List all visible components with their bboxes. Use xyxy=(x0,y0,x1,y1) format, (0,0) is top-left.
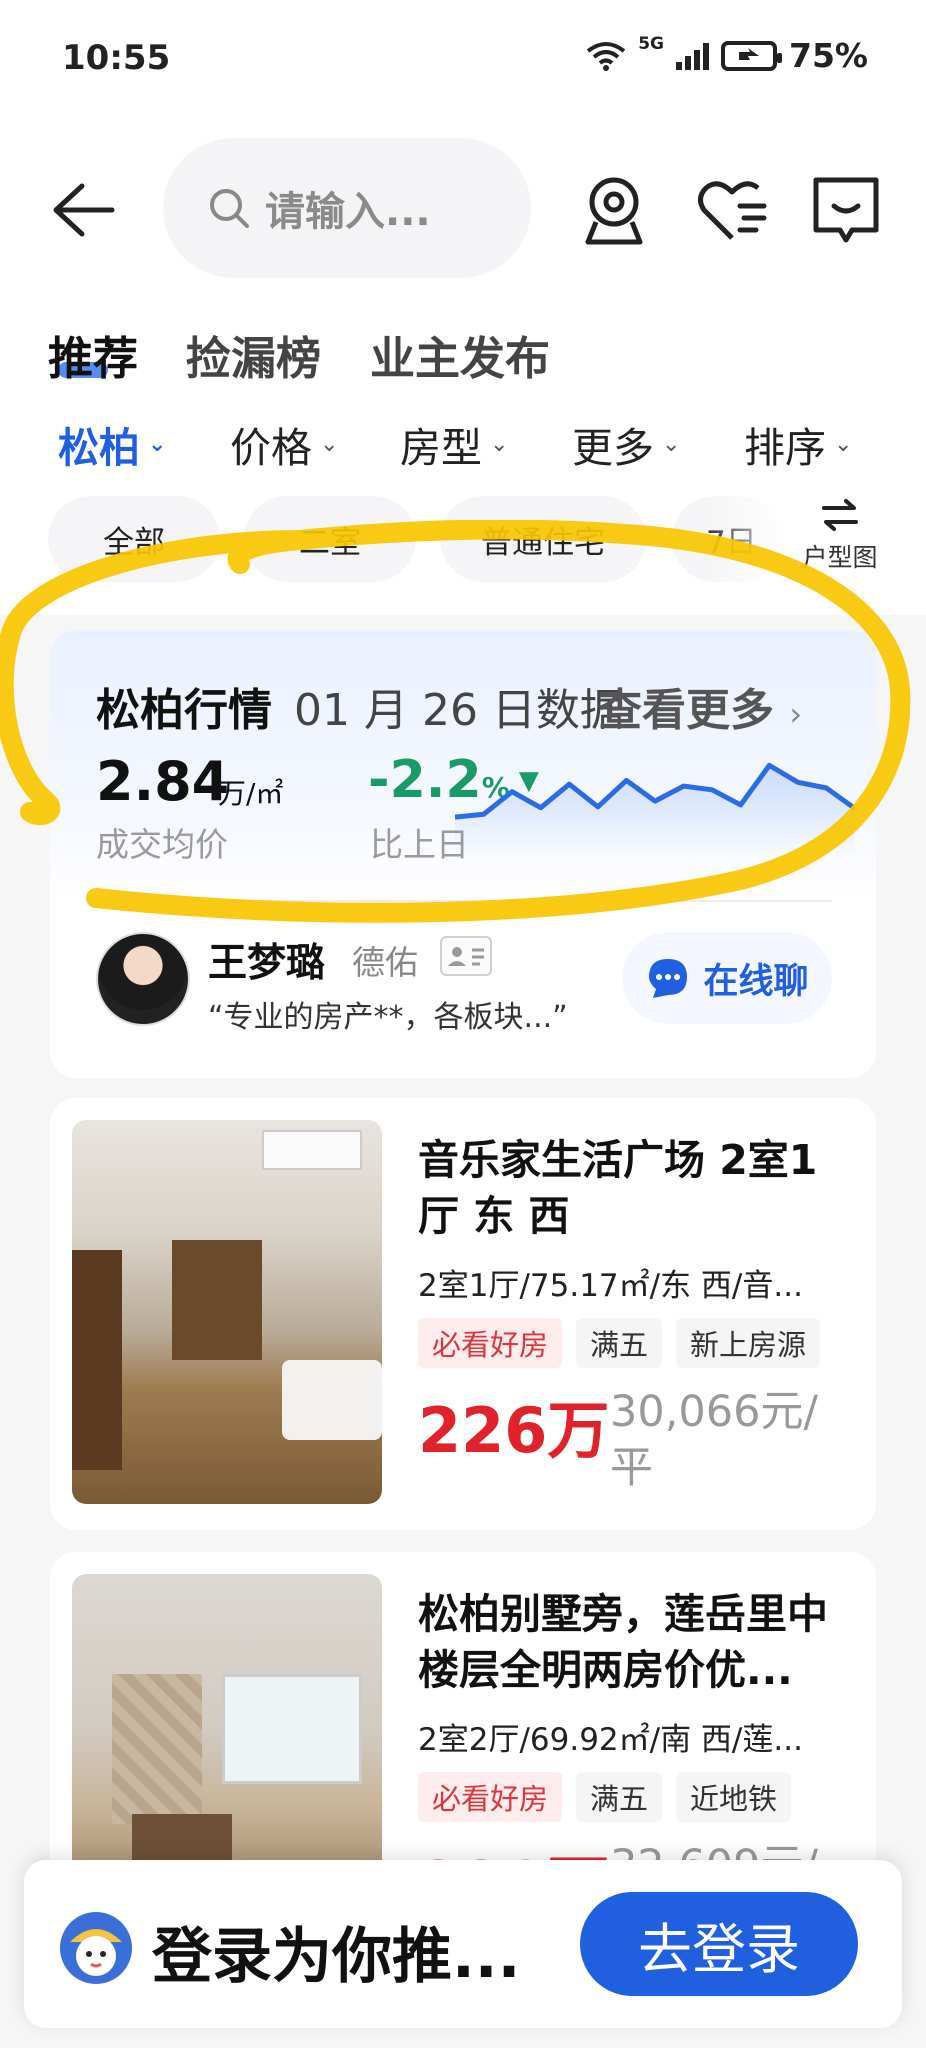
login-button[interactable]: 去登录 xyxy=(580,1892,858,1996)
listing-specs: 2室1厅/75.17㎡/东 西/音... xyxy=(418,1268,803,1304)
search-placeholder: 请输入... xyxy=(265,189,431,235)
login-banner[interactable]: 登录为你推... 去登录 xyxy=(24,1860,902,2028)
wifi-icon xyxy=(586,41,626,71)
filter-more[interactable]: 更多 ⌄ xyxy=(572,414,680,474)
avg-price-value: 2.84 xyxy=(96,750,230,813)
window xyxy=(222,1674,362,1784)
battery-icon xyxy=(721,40,782,71)
chevron-right-icon: › xyxy=(789,695,803,733)
listing-price: 226万 xyxy=(418,1394,610,1467)
market-date: 01 月 26 日数据 xyxy=(294,685,624,736)
app-mascot-icon xyxy=(60,1912,132,1984)
filter-layout-label: 房型 xyxy=(400,424,482,472)
business-card-icon[interactable] xyxy=(440,936,492,976)
market-more-link[interactable]: 查看更多 › xyxy=(598,674,802,738)
avg-price-unit: 万/㎡ xyxy=(218,777,284,810)
chip-fade xyxy=(700,490,790,590)
tab-recommend[interactable]: 推荐 xyxy=(48,322,138,387)
floorplan-label: 户型图 xyxy=(802,543,878,572)
favorites-icon[interactable] xyxy=(694,172,770,248)
ceiling-light xyxy=(262,1130,362,1170)
chevron-down-icon: ⌄ xyxy=(834,431,853,457)
floorplan-toggle[interactable]: 户型图 xyxy=(790,498,890,574)
filter-more-label: 更多 xyxy=(572,424,654,472)
chevron-down-icon: ⌄ xyxy=(148,431,167,457)
filter-sort[interactable]: 排序 ⌄ xyxy=(744,414,852,474)
price-trend-sparkline xyxy=(455,762,855,858)
location-icon[interactable] xyxy=(576,172,652,248)
online-chat-button[interactable]: 在线聊 xyxy=(622,932,832,1024)
listing-photo[interactable] xyxy=(72,1120,382,1504)
listing-title: 音乐家生活广场 2室1厅 东 西 xyxy=(418,1136,818,1240)
listing-tags: 必看好房 满五 近地铁 xyxy=(418,1772,792,1822)
chip-standard-residence[interactable]: 普通住宅 xyxy=(440,496,646,582)
search-icon xyxy=(210,189,249,228)
market-title: 松柏行情 xyxy=(96,685,272,736)
agent-avatar[interactable] xyxy=(96,932,190,1026)
chip-two-room[interactable]: 二室 xyxy=(244,496,416,582)
tab-bargain[interactable]: 捡漏榜 xyxy=(186,322,321,387)
message-icon[interactable] xyxy=(808,172,884,248)
chat-bubble-icon xyxy=(649,959,688,998)
battery-percent: 75% xyxy=(789,36,868,75)
avg-price-label: 成交均价 xyxy=(96,825,228,864)
signal-icon xyxy=(676,42,709,70)
back-arrow-icon[interactable] xyxy=(48,180,118,240)
listing-specs: 2室2厅/69.92㎡/南 西/莲... xyxy=(418,1722,803,1758)
divider xyxy=(96,900,832,902)
tag-must-see: 必看好房 xyxy=(418,1318,563,1368)
filter-sort-label: 排序 xyxy=(744,424,826,472)
network-label: 5G xyxy=(638,34,664,54)
login-prompt: 登录为你推... xyxy=(152,1922,521,1992)
chevron-down-icon: ⌄ xyxy=(320,431,339,457)
filter-price[interactable]: 价格 ⌄ xyxy=(230,414,338,474)
wall-panel xyxy=(72,1250,122,1470)
listing-card[interactable]: 音乐家生活广场 2室1厅 东 西 2室1厅/75.17㎡/东 西/音... 必看… xyxy=(50,1098,876,1530)
filter-price-label: 价格 xyxy=(230,424,312,472)
listing-title: 松柏别墅旁，莲岳里中楼层全明两房价优... xyxy=(418,1590,828,1694)
tag-must-see: 必看好房 xyxy=(418,1772,563,1822)
agent-name: 王梦璐 xyxy=(208,941,326,986)
filter-area-label: 松柏 xyxy=(58,424,140,472)
market-card[interactable]: 松柏行情 01 月 26 日数据 查看更多 › 2.84 万/㎡ 成交均价 -2… xyxy=(50,630,876,1078)
filter-area[interactable]: 松柏 ⌄ xyxy=(58,414,166,474)
door-frame xyxy=(172,1240,262,1360)
bed xyxy=(282,1360,382,1440)
tag-new-listing: 新上房源 xyxy=(676,1318,821,1368)
status-icons: 5G 75% xyxy=(586,34,868,75)
online-chat-label: 在线聊 xyxy=(703,961,809,1002)
chip-all[interactable]: 全部 xyxy=(48,496,220,582)
filter-layout[interactable]: 房型 ⌄ xyxy=(400,414,508,474)
listing-unit-price: 30,066元/平 xyxy=(610,1387,818,1493)
tag-five-years: 满五 xyxy=(576,1772,663,1822)
chevron-down-icon: ⌄ xyxy=(490,431,509,457)
listing-tags: 必看好房 满五 新上房源 xyxy=(418,1318,821,1368)
tag-near-metro: 近地铁 xyxy=(676,1772,792,1822)
feature-wall xyxy=(112,1674,202,1824)
tab-owner-post[interactable]: 业主发布 xyxy=(370,322,550,387)
swap-icon xyxy=(822,499,858,531)
market-more-label: 查看更多 xyxy=(598,685,774,736)
agent-quote: “专业的房产**，各板块...” xyxy=(208,1000,568,1035)
status-time: 10:55 xyxy=(62,38,171,78)
search-input[interactable]: 请输入... xyxy=(163,138,531,278)
tag-five-years: 满五 xyxy=(576,1318,663,1368)
chevron-down-icon: ⌄ xyxy=(662,431,681,457)
agent-company: 德佑 xyxy=(352,943,418,982)
